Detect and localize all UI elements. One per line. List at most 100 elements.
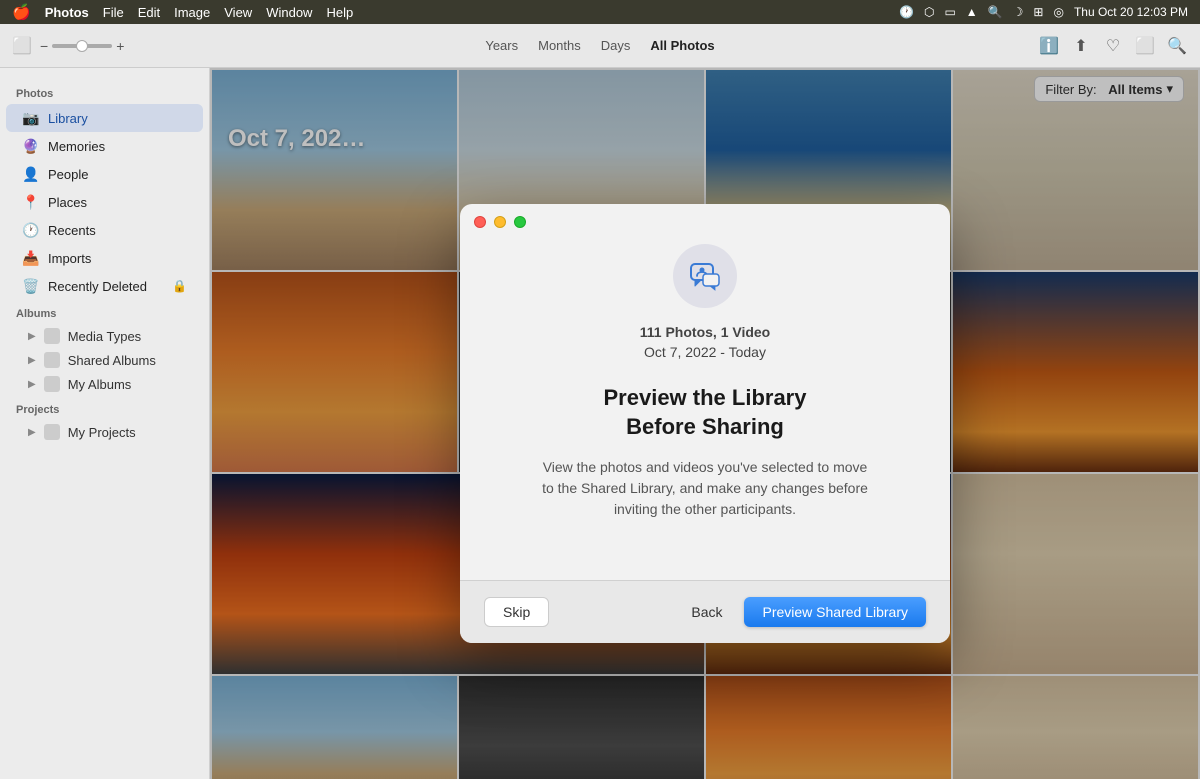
sidebar-section-albums: Albums	[0, 300, 209, 324]
dialog-content: 111 Photos, 1 Video Oct 7, 2022 - Today …	[460, 204, 950, 580]
sidebar-label-places: Places	[48, 195, 87, 210]
dialog-title: Preview the Library Before Sharing	[604, 384, 807, 441]
my-albums-icon	[44, 376, 60, 392]
view-days[interactable]: Days	[601, 38, 631, 53]
lock-icon: 🔒	[172, 279, 187, 293]
expand-icon-2: ▶	[28, 355, 36, 366]
sidebar-section-photos: Photos	[0, 80, 209, 104]
dialog-footer: Skip Back Preview Shared Library	[460, 580, 950, 643]
view-all-photos[interactable]: All Photos	[650, 38, 714, 53]
skip-button[interactable]: Skip	[484, 597, 549, 627]
menubar-moon: ☽	[1013, 5, 1024, 19]
view-years[interactable]: Years	[485, 38, 518, 53]
sidebar-toggle-icon[interactable]: ⬜	[12, 36, 32, 56]
dialog-description: View the photos and videos you've select…	[535, 457, 875, 520]
sidebar-item-memories[interactable]: 🔮 Memories	[6, 132, 203, 160]
sidebar-item-imports[interactable]: 📥 Imports	[6, 244, 203, 272]
menubar-left: 🍎 Photos File Edit Image View Window Hel…	[12, 3, 353, 21]
menu-view[interactable]: View	[224, 5, 252, 20]
menu-file[interactable]: File	[103, 5, 124, 20]
imports-icon: 📥	[22, 249, 40, 267]
sidebar-item-places[interactable]: 📍 Places	[6, 188, 203, 216]
app-window: ⬜ − + Years Months Days All Photos ℹ️ ⬆ …	[0, 24, 1200, 779]
dialog-meta-count: 111 Photos, 1 Video	[640, 324, 770, 340]
info-icon[interactable]: ℹ️	[1038, 35, 1060, 57]
sidebar-section-projects: Projects	[0, 396, 209, 420]
menubar: 🍎 Photos File Edit Image View Window Hel…	[0, 0, 1200, 24]
apple-menu[interactable]: 🍎	[12, 3, 31, 21]
photos-toolbar: ⬜ − + Years Months Days All Photos ℹ️ ⬆ …	[0, 24, 1200, 68]
view-months[interactable]: Months	[538, 38, 581, 53]
zoom-slider[interactable]	[52, 44, 112, 48]
places-icon: 📍	[22, 193, 40, 211]
app-name[interactable]: Photos	[45, 5, 89, 20]
menubar-datetime: Thu Oct 20 12:03 PM	[1074, 5, 1188, 19]
zoom-in-button[interactable]: +	[116, 38, 124, 54]
sidebar-item-media-types[interactable]: ▶ Media Types	[0, 324, 209, 348]
dialog-date-range: Oct 7, 2022 - Today	[644, 344, 766, 360]
zoom-slider-group: − +	[40, 38, 124, 54]
zoom-out-button[interactable]: −	[40, 38, 48, 54]
preview-library-dialog: 111 Photos, 1 Video Oct 7, 2022 - Today …	[460, 204, 950, 643]
photos-count: 111 Photos, 1 Video	[640, 324, 770, 340]
maximize-button[interactable]	[514, 216, 526, 228]
share-icon[interactable]: ⬆	[1070, 35, 1092, 57]
main-photo-area: Filter By: All Items ▾ Oct 7, 202…	[210, 68, 1200, 779]
expand-icon: ▶	[28, 331, 36, 342]
library-icon: 📷	[22, 109, 40, 127]
menu-image[interactable]: Image	[174, 5, 210, 20]
close-button[interactable]	[474, 216, 486, 228]
memories-icon: 🔮	[22, 137, 40, 155]
window-controls	[474, 216, 526, 228]
menubar-search[interactable]: 🔍	[988, 5, 1003, 19]
menubar-controlcenter[interactable]: ⊞	[1033, 5, 1043, 19]
back-button[interactable]: Back	[681, 598, 732, 626]
menu-window[interactable]: Window	[266, 5, 312, 20]
menu-edit[interactable]: Edit	[138, 5, 160, 20]
btn-group-right: Back Preview Shared Library	[681, 597, 926, 627]
sidebar-label-people: People	[48, 167, 88, 182]
fullscreen-icon[interactable]: ⬜	[1134, 35, 1156, 57]
menubar-right: 🕐 ⬡ ▭ ▲ 🔍 ☽ ⊞ ◎ Thu Oct 20 12:03 PM	[899, 5, 1188, 19]
sidebar-label-imports: Imports	[48, 251, 91, 266]
my-projects-icon	[44, 424, 60, 440]
sidebar-label-memories: Memories	[48, 139, 105, 154]
sidebar-label-recents: Recents	[48, 223, 96, 238]
sidebar-item-shared-albums[interactable]: ▶ Shared Albums	[0, 348, 209, 372]
toolbar-left: ⬜ − +	[12, 36, 124, 56]
toolbar-view-modes: Years Months Days All Photos	[485, 38, 714, 53]
sidebar-item-recents[interactable]: 🕐 Recents	[6, 216, 203, 244]
menu-help[interactable]: Help	[326, 5, 353, 20]
preview-shared-library-button[interactable]: Preview Shared Library	[744, 597, 926, 627]
sidebar-label-my-projects: My Projects	[68, 425, 136, 440]
dialog-title-line2: Before Sharing	[626, 414, 784, 439]
shared-albums-icon	[44, 352, 60, 368]
menubar-bluetooth: ⬡	[924, 5, 934, 19]
menubar-wifi: ▲	[966, 5, 978, 19]
dialog-icon-container	[673, 244, 737, 308]
sidebar-label-media-types: Media Types	[68, 329, 141, 344]
sidebar-item-recently-deleted[interactable]: 🗑️ Recently Deleted 🔒	[6, 272, 203, 300]
dialog-title-line1: Preview the Library	[604, 385, 807, 410]
toolbar-right: ℹ️ ⬆ ♡ ⬜ 🔍	[1038, 35, 1188, 57]
recents-icon: 🕐	[22, 221, 40, 239]
shared-library-icon	[687, 258, 723, 294]
menubar-time-machine: 🕐	[899, 5, 914, 19]
favorite-icon[interactable]: ♡	[1102, 35, 1124, 57]
sidebar-item-library[interactable]: 📷 Library	[6, 104, 203, 132]
expand-icon-4: ▶	[28, 427, 36, 438]
dialog-overlay: 111 Photos, 1 Video Oct 7, 2022 - Today …	[210, 68, 1200, 779]
sidebar-item-my-albums[interactable]: ▶ My Albums	[0, 372, 209, 396]
sidebar-item-my-projects[interactable]: ▶ My Projects	[0, 420, 209, 444]
sidebar-item-people[interactable]: 👤 People	[6, 160, 203, 188]
sidebar-label-my-albums: My Albums	[68, 377, 132, 392]
search-icon[interactable]: 🔍	[1166, 35, 1188, 57]
menubar-siri[interactable]: ◎	[1053, 5, 1063, 19]
app-content: Photos 📷 Library 🔮 Memories 👤 People 📍 P…	[0, 68, 1200, 779]
zoom-slider-thumb	[76, 40, 88, 52]
minimize-button[interactable]	[494, 216, 506, 228]
menubar-battery: ▭	[944, 5, 955, 19]
sidebar: Photos 📷 Library 🔮 Memories 👤 People 📍 P…	[0, 68, 210, 779]
media-types-icon	[44, 328, 60, 344]
sidebar-label-shared-albums: Shared Albums	[68, 353, 156, 368]
